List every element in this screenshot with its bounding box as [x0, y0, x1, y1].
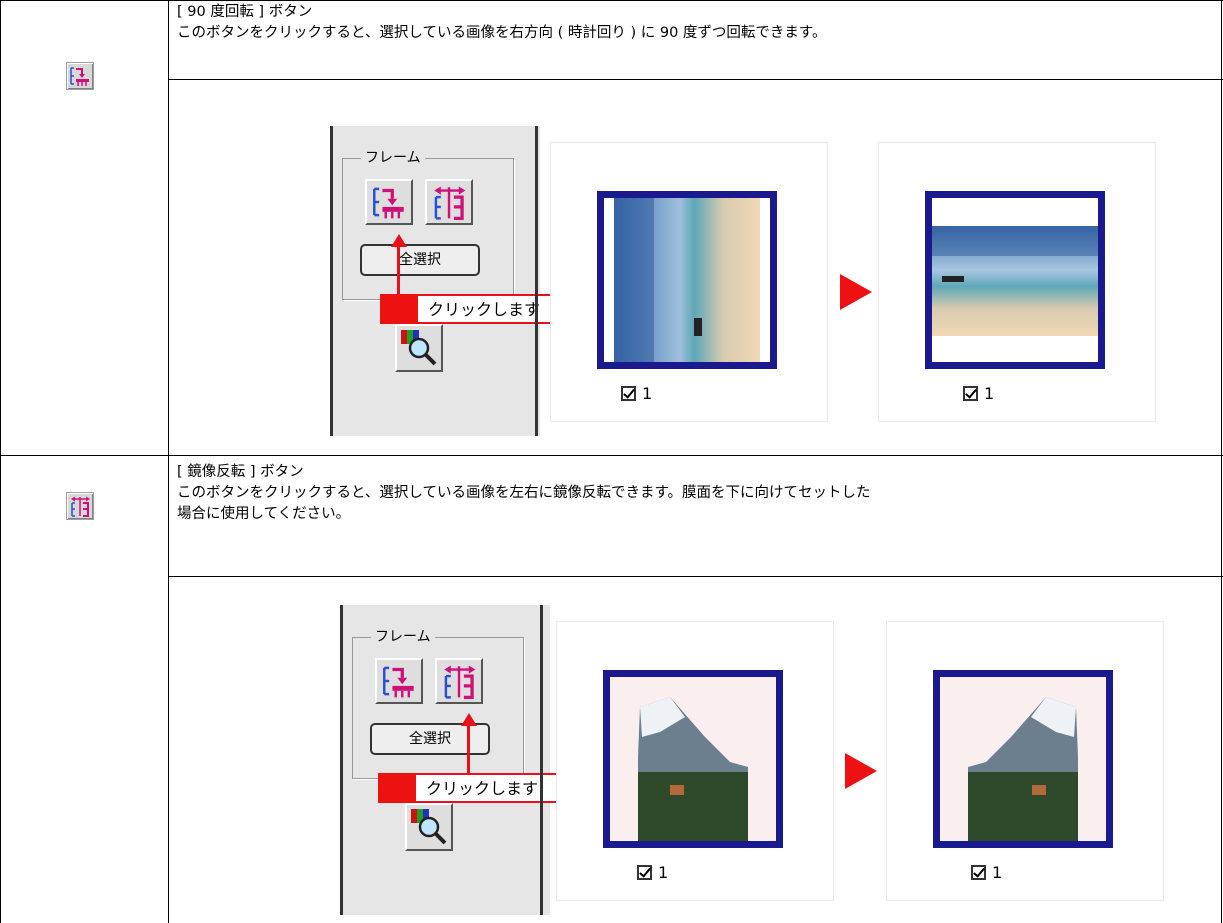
rotate-90-toolbar-button — [66, 62, 94, 90]
after-checkbox[interactable]: 1 — [963, 383, 994, 405]
after-thumbnail-card: 1 — [886, 621, 1164, 901]
rotate-90-icon — [373, 187, 404, 219]
after-arrow-triangle — [840, 274, 872, 310]
table-column-divider — [168, 0, 169, 923]
row2-title: [ 鏡像反転 ] ボタン — [177, 464, 304, 480]
table-border-left — [0, 0, 1, 923]
magnifier-icon — [401, 330, 437, 366]
scanner-control-panel: フレーム 全選択 クリックします — [330, 126, 598, 436]
row2-description-line1: このボタンをクリックすると、選択している画像を左右に鏡像反転できます。膜面を下に… — [177, 485, 871, 501]
before-thumbnail-card: 1 — [556, 621, 834, 901]
pointer-arrow-head — [461, 713, 477, 726]
rotate-90-button[interactable] — [375, 658, 423, 704]
after-image-frame — [925, 191, 1105, 369]
before-checkbox[interactable]: 1 — [621, 383, 652, 405]
before-image-frame — [597, 191, 777, 369]
after-image-frame — [933, 670, 1113, 848]
rotate-90-icon — [383, 666, 414, 698]
mirror-flip-button[interactable] — [425, 179, 473, 225]
after-thumbnail-card: 1 — [878, 142, 1156, 422]
after-frame-number: 1 — [992, 863, 1003, 882]
after-frame-number: 1 — [984, 384, 995, 403]
after-arrow-triangle — [845, 753, 877, 789]
mirror-flip-icon — [444, 665, 476, 699]
row1-description-line1: このボタンをクリックすると、選択している画像を右方向 ( 時計回り ) に 90… — [177, 25, 827, 41]
table-border-top — [0, 0, 1223, 1]
panel-edge-right — [535, 126, 538, 436]
portrait-beach-photo — [604, 198, 770, 362]
magnifier-icon — [411, 809, 447, 845]
mirror-flip-button[interactable] — [435, 658, 483, 704]
frame-group-label: フレーム — [361, 148, 425, 168]
mirror-flip-toolbar-button — [66, 492, 94, 520]
row1-inner-divider — [168, 79, 1223, 80]
frame-group: フレーム — [352, 627, 524, 779]
before-thumbnail-card: 1 — [550, 142, 828, 422]
before-image-frame — [603, 670, 783, 848]
before-frame-number: 1 — [642, 384, 653, 403]
row1-illustration: フレーム 全選択 クリックします 1 1 — [330, 126, 1170, 436]
zoom-preview-button[interactable] — [395, 324, 443, 372]
rotate-90-icon — [70, 67, 89, 86]
frame-group: フレーム — [342, 148, 514, 300]
rotate-90-button[interactable] — [365, 179, 413, 225]
mountain-photo — [610, 677, 776, 841]
button-description-table: [ 90 度回転 ] ボタン このボタンをクリックすると、選択している画像を右方… — [0, 0, 1223, 923]
row1-title: [ 90 度回転 ] ボタン — [177, 4, 313, 20]
select-all-button[interactable]: 全選択 — [370, 723, 490, 755]
callout-red-marker — [378, 773, 416, 803]
panel-edge-left — [330, 126, 333, 436]
panel-edge-left — [340, 605, 343, 915]
pointer-arrow-shaft — [397, 246, 400, 298]
callout-text: クリックします — [426, 779, 539, 798]
mirror-flip-icon — [71, 496, 90, 517]
mirror-flip-icon — [434, 186, 466, 220]
callout-red-marker — [380, 294, 418, 324]
checkbox-checked[interactable] — [971, 865, 986, 880]
row2-inner-divider — [168, 576, 1223, 577]
row-divider — [0, 455, 1223, 456]
checkbox-checked[interactable] — [637, 865, 652, 880]
frame-group-label: フレーム — [371, 627, 435, 647]
after-checkbox[interactable]: 1 — [971, 862, 1002, 884]
panel-edge-right — [540, 605, 543, 915]
callout-text: クリックします — [428, 300, 541, 319]
checkbox-checked[interactable] — [963, 386, 978, 401]
scanner-control-panel: フレーム 全選択 クリックします — [340, 605, 596, 915]
mountain-photo-mirrored — [940, 677, 1106, 841]
pointer-arrow-head — [391, 234, 407, 247]
before-frame-number: 1 — [658, 863, 669, 882]
before-checkbox[interactable]: 1 — [637, 862, 668, 884]
table-border-right — [1221, 0, 1222, 923]
row2-illustration: フレーム 全選択 クリックします 1 1 — [340, 605, 1180, 915]
select-all-button[interactable]: 全選択 — [360, 244, 480, 276]
pointer-arrow-shaft — [467, 725, 470, 777]
checkbox-checked[interactable] — [621, 386, 636, 401]
landscape-beach-photo — [932, 198, 1098, 362]
zoom-preview-button[interactable] — [405, 803, 453, 851]
row2-description-line2: 場合に使用してください。 — [177, 506, 351, 522]
